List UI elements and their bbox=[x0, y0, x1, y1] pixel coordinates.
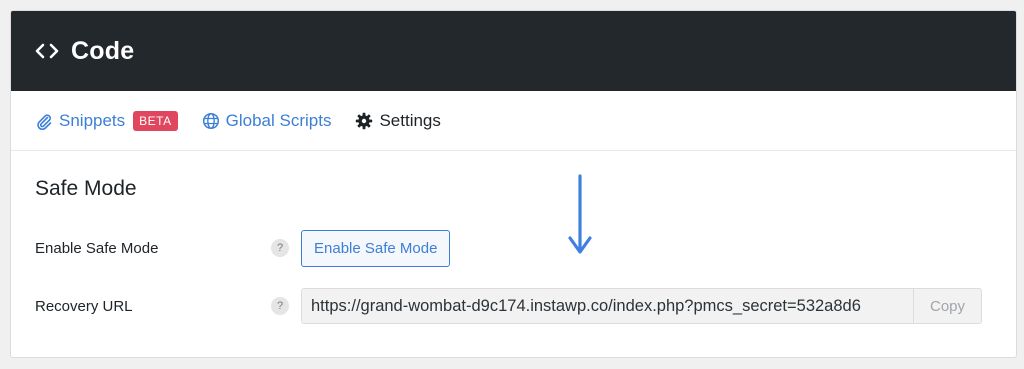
tab-settings[interactable]: Settings bbox=[355, 110, 441, 131]
beta-badge: BETA bbox=[133, 110, 178, 131]
tab-global-scripts[interactable]: Global Scripts bbox=[202, 110, 332, 131]
paperclip-icon bbox=[35, 112, 53, 130]
page-header: Code bbox=[11, 11, 1016, 91]
recovery-url-label: Recovery URL bbox=[35, 297, 133, 315]
page-title: Code bbox=[71, 36, 135, 65]
tab-bar: Snippets BETA Global Scripts Settings bbox=[11, 91, 1016, 151]
settings-panel: Code Snippets BETA Global Scripts Settin… bbox=[10, 10, 1017, 358]
tab-global-scripts-label: Global Scripts bbox=[225, 110, 332, 130]
section-title: Safe Mode bbox=[35, 177, 137, 200]
tab-snippets[interactable]: Snippets BETA bbox=[35, 110, 178, 131]
annotation-arrow-icon bbox=[568, 174, 592, 254]
enable-safe-mode-row: Enable Safe Mode ? Enable Safe Mode bbox=[35, 219, 992, 277]
recovery-url-row: Recovery URL ? https://grand-wombat-d9c1… bbox=[35, 277, 992, 335]
globe-icon bbox=[202, 112, 220, 130]
code-brackets-icon bbox=[35, 41, 61, 61]
help-icon[interactable]: ? bbox=[271, 297, 289, 315]
tab-settings-label: Settings bbox=[379, 110, 441, 130]
tab-snippets-label: Snippets bbox=[59, 110, 126, 130]
recovery-url-group: https://grand-wombat-d9c174.instawp.co/i… bbox=[301, 288, 982, 324]
safe-mode-section: Safe Mode Enable Safe Mode ? Enable Safe… bbox=[11, 151, 1016, 335]
copy-button[interactable]: Copy bbox=[913, 289, 981, 323]
enable-safe-mode-button[interactable]: Enable Safe Mode bbox=[301, 229, 451, 267]
help-icon[interactable]: ? bbox=[271, 239, 289, 257]
recovery-url-field[interactable]: https://grand-wombat-d9c174.instawp.co/i… bbox=[302, 289, 913, 323]
enable-safe-mode-label: Enable Safe Mode bbox=[35, 239, 159, 257]
gear-icon bbox=[355, 112, 373, 130]
